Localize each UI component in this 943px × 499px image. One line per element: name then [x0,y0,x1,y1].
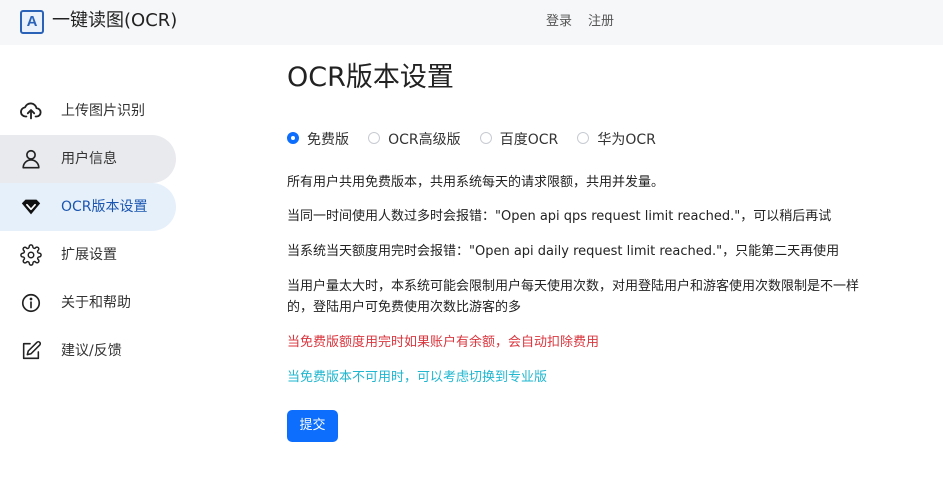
gear-icon [20,244,42,266]
sidebar-nav: 上传图片识别 用户信息 OCR版本设置 扩展设置 关于和帮助 建议/反馈 [0,87,176,375]
info-paragraph: 所有用户共用免费版本，共用系统每天的请求限额，共用并发量。 [287,175,665,190]
sidebar-item-label: 关于和帮助 [61,295,131,311]
sidebar-item-label: 建议/反馈 [61,343,122,359]
submit-button[interactable]: 提交 [287,410,338,442]
radio-circle-checked[interactable] [287,132,299,144]
app-logo-letter: A [26,13,38,30]
sidebar-item-label: 上传图片识别 [61,103,145,119]
app-title[interactable]: 一键读图(OCR) [52,9,177,33]
info-paragraph: 当同一时间使用人数过多时会报错："Open api qps request li… [287,209,832,224]
info-paragraph: 当用户量太大时，本系统可能会限制用户每天使用次数，对用登陆用户和游客使用次数限制… [287,279,860,315]
radio-circle[interactable] [368,132,381,144]
sidebar-item-ocr-version[interactable]: OCR版本设置 [0,183,176,231]
diamond-icon [20,196,42,218]
cloud-upload-icon [20,100,42,122]
radio-baidu-ocr[interactable]: 百度OCR [479,129,558,149]
hint-paragraph: 当免费版本不可用时，可以考虑切换到专业版 [287,370,548,385]
sidebar-item-about-help[interactable]: 关于和帮助 [0,279,176,327]
sidebar-item-extensions[interactable]: 扩展设置 [0,231,176,279]
top-header: A 一键读图(OCR) 登录 注册 [0,0,943,45]
sidebar-item-label: 用户信息 [61,151,117,167]
radio-free-version[interactable]: 免费版 [287,129,349,149]
radio-ocr-advanced[interactable]: OCR高级版 [368,129,461,149]
page-title: OCR版本设置 [287,62,454,93]
ocr-version-radio-group: 免费版 OCR高级版 百度OCR 华为OCR [287,129,670,149]
sidebar-item-feedback[interactable]: 建议/反馈 [0,327,176,375]
app-logo-icon[interactable]: A [20,10,44,34]
radio-label: OCR高级版 [388,132,461,148]
login-link[interactable]: 登录 [546,12,572,32]
sidebar-item-upload[interactable]: 上传图片识别 [0,87,176,135]
edit-icon [20,340,42,362]
info-icon [20,292,42,314]
user-icon [20,148,42,170]
info-paragraph: 当系统当天额度用完时会报错："Open api daily request li… [287,244,840,259]
radio-circle[interactable] [479,132,492,144]
radio-label: 华为OCR [597,132,656,148]
register-link[interactable]: 注册 [588,12,614,32]
sidebar-item-label: 扩展设置 [61,247,117,263]
sidebar-item-user-info[interactable]: 用户信息 [0,135,176,183]
sidebar-item-label: OCR版本设置 [61,199,148,215]
warning-paragraph: 当免费版额度用完时如果账户有余额，会自动扣除费用 [287,335,600,350]
radio-huawei-ocr[interactable]: 华为OCR [577,129,656,149]
